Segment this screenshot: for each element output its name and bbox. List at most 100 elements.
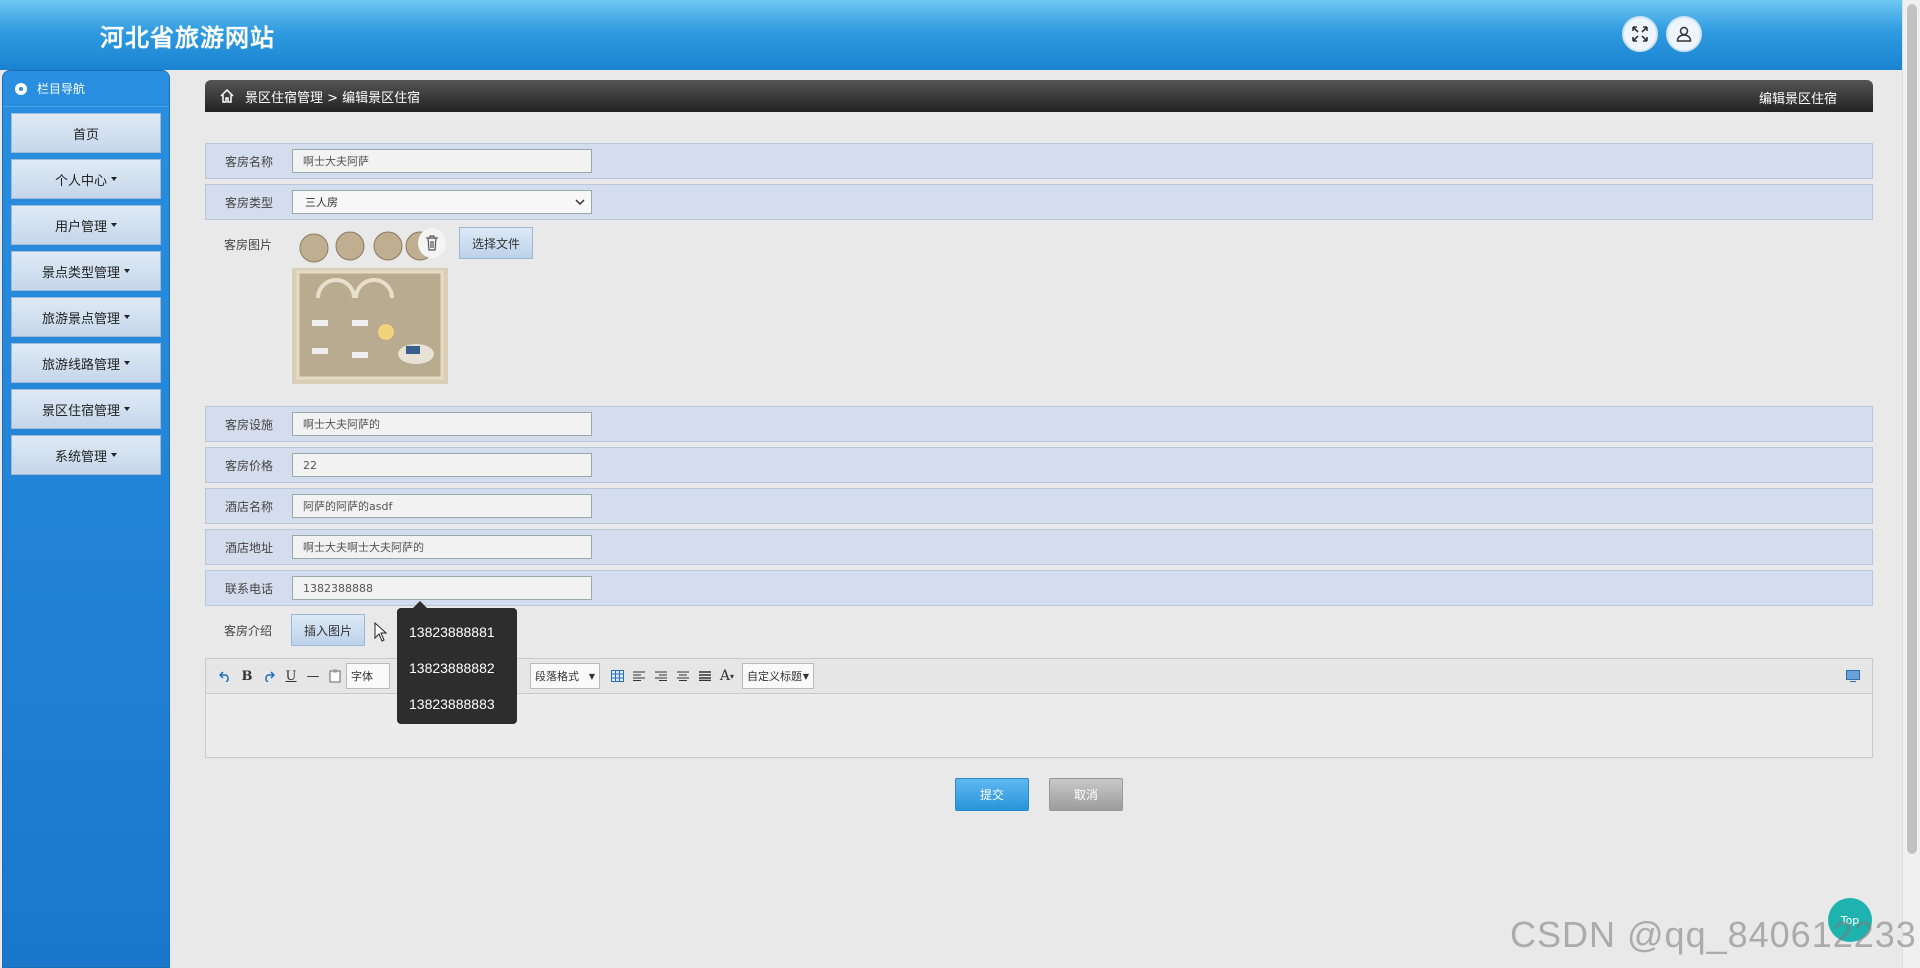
insert-image-button[interactable]: 插入图片: [291, 614, 366, 646]
price-input[interactable]: 22: [292, 453, 592, 477]
user-icon: [1676, 26, 1692, 42]
custom-title-label: 自定义标题: [747, 670, 802, 683]
clipboard-icon: [329, 669, 341, 683]
room-image-preview: [292, 228, 448, 384]
row-hotel-name: 酒店名称 阿萨的阿萨的asdf: [205, 488, 1873, 524]
align-center-button[interactable]: [672, 665, 694, 687]
paste-button[interactable]: [324, 665, 346, 687]
paragraph-format-label: 段落格式: [535, 670, 579, 683]
sidebar-item-label: 景区住宿管理: [41, 403, 120, 419]
sidebar-item-label: 景点类型管理: [41, 265, 120, 281]
caret-down-icon: [124, 315, 130, 319]
table-button[interactable]: [606, 665, 628, 687]
row-facilities: 客房设施 啊士大夫阿萨的: [205, 406, 1873, 442]
caret-down-icon: [111, 177, 117, 181]
redo-button[interactable]: [258, 665, 280, 687]
align-justify-button[interactable]: [694, 665, 716, 687]
align-right-icon: [655, 671, 667, 681]
site-title: 河北省旅游网站: [100, 24, 275, 52]
mouse-cursor-icon: [374, 622, 388, 642]
source-view-button[interactable]: [1842, 665, 1864, 687]
facilities-input[interactable]: 啊士大夫阿萨的: [292, 412, 592, 436]
watermark: CSDN @qq_840612233: [1510, 914, 1917, 955]
user-button[interactable]: [1666, 16, 1702, 52]
sidebar-heading: 栏目导航: [3, 71, 169, 107]
sidebar-item-spot-management[interactable]: 旅游景点管理: [11, 297, 161, 337]
font-color-button[interactable]: A ▾: [716, 665, 738, 687]
align-right-button[interactable]: [650, 665, 672, 687]
redo-icon: [265, 671, 275, 682]
room-name-label: 客房名称: [224, 154, 273, 169]
autocomplete-item[interactable]: 13823888881: [397, 614, 517, 650]
home-icon[interactable]: [219, 88, 235, 104]
undo-button[interactable]: [214, 665, 236, 687]
table-icon: [610, 670, 624, 682]
sidebar-item-label: 首页: [72, 127, 99, 143]
expand-icon: [1632, 26, 1648, 42]
caret-down-icon: ▾: [730, 671, 735, 681]
breadcrumb-path: 景区住宿管理 > 编辑景区住宿: [245, 90, 421, 106]
monitor-icon: [1846, 670, 1860, 682]
hotel-address-label: 酒店地址: [224, 540, 273, 555]
row-room-image: 客房图片: [205, 224, 1873, 264]
row-price: 客房价格 22: [205, 447, 1873, 483]
row-room-type: 客房类型 三人房: [205, 184, 1873, 220]
breadcrumb: 景区住宿管理 > 编辑景区住宿 编辑景区住宿: [205, 80, 1873, 112]
trash-icon: [426, 235, 438, 251]
sidebar-heading-label: 栏目导航: [37, 82, 86, 96]
hotel-address-input[interactable]: 啊士大夫啊士大夫阿萨的: [292, 535, 592, 559]
cancel-button[interactable]: 取消: [1049, 778, 1123, 811]
choose-file-button[interactable]: 选择文件: [459, 227, 534, 259]
sidebar-item-home[interactable]: 首页: [11, 113, 161, 153]
page-scrollbar[interactable]: [1902, 0, 1920, 968]
room-type-label: 客房类型: [224, 195, 273, 210]
horizontal-rule-button[interactable]: —: [302, 665, 324, 687]
align-left-button[interactable]: [628, 665, 650, 687]
hotel-name-label: 酒店名称: [224, 499, 273, 514]
row-room-name: 客房名称 啊士大夫阿萨: [205, 143, 1873, 179]
sidebar-item-user-management[interactable]: 用户管理: [11, 205, 161, 245]
hotel-name-input[interactable]: 阿萨的阿萨的asdf: [292, 494, 592, 518]
delete-image-button[interactable]: [418, 228, 446, 258]
sidebar-item-system-management[interactable]: 系统管理: [11, 435, 161, 475]
room-name-input[interactable]: 啊士大夫阿萨: [292, 149, 592, 173]
phone-input[interactable]: 1382388888: [292, 576, 592, 600]
room-type-select[interactable]: 三人房: [292, 190, 592, 214]
sidebar-item-spot-type-management[interactable]: 景点类型管理: [11, 251, 161, 291]
phone-label: 联系电话: [224, 581, 273, 596]
caret-down-icon: ▼: [802, 671, 809, 681]
caret-down-icon: [124, 361, 130, 365]
bold-button[interactable]: B: [236, 665, 258, 687]
underline-button[interactable]: U: [280, 665, 302, 687]
font-select[interactable]: 字体: [346, 663, 390, 689]
sidebar-item-label: 旅游景点管理: [41, 311, 120, 327]
nav-dot-icon: [15, 82, 27, 95]
paragraph-format-select[interactable]: 段落格式 ▼: [530, 663, 600, 689]
caret-down-icon: [124, 407, 130, 411]
sidebar-item-personal-center[interactable]: 个人中心: [11, 159, 161, 199]
phone-autocomplete-dropdown: 13823888881 13823888882 13823888883: [397, 601, 517, 724]
autocomplete-item[interactable]: 13823888883: [397, 686, 517, 722]
align-center-icon: [677, 671, 689, 681]
submit-button[interactable]: 提交: [955, 778, 1029, 811]
intro-label: 客房介绍: [223, 623, 272, 638]
font-select-label: 字体: [351, 670, 373, 683]
page-title: 编辑景区住宿: [1758, 92, 1837, 107]
align-justify-icon: [699, 671, 711, 681]
room-image-label: 客房图片: [223, 237, 272, 252]
sidebar: 栏目导航 首页 个人中心 用户管理 景点类型管理 旅游景点管理 旅游线路管理 景…: [2, 70, 170, 968]
sidebar-item-route-management[interactable]: 旅游线路管理: [11, 343, 161, 383]
caret-down-icon: [124, 269, 130, 273]
sidebar-item-lodging-management[interactable]: 景区住宿管理: [11, 389, 161, 429]
autocomplete-item[interactable]: 13823888882: [397, 650, 517, 686]
sidebar-item-label: 旅游线路管理: [41, 357, 120, 373]
caret-down-icon: [111, 223, 117, 227]
custom-title-select[interactable]: 自定义标题 ▼: [742, 663, 814, 689]
row-hotel-address: 酒店地址 啊士大夫啊士大夫阿萨的: [205, 529, 1873, 565]
price-label: 客房价格: [224, 458, 273, 473]
row-phone: 联系电话 1382388888: [205, 570, 1873, 606]
fullscreen-button[interactable]: [1622, 16, 1658, 52]
top-header: 河北省旅游网站: [0, 0, 1902, 70]
sidebar-item-label: 个人中心: [54, 173, 107, 189]
scrollbar-thumb[interactable]: [1907, 4, 1917, 854]
